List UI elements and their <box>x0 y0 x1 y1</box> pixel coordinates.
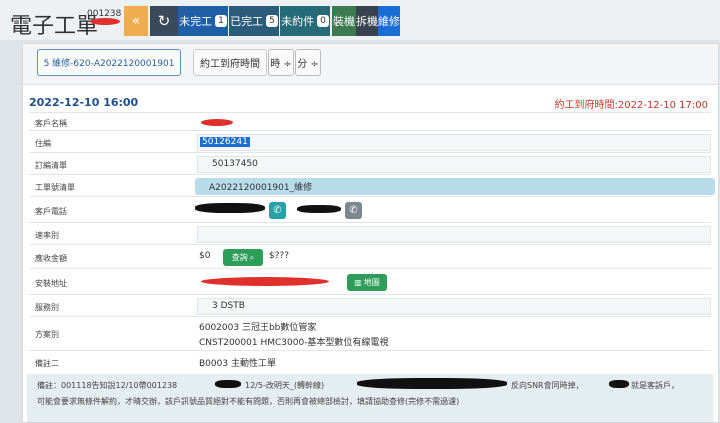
hour-select[interactable]: 時 ÷ <box>268 49 294 76</box>
refresh-icon: ↻ <box>157 12 171 30</box>
row-service: 服務別 3 DSTB <box>29 294 711 317</box>
row-address: 安裝地址 ▥ 地圖 <box>29 268 711 295</box>
order-list-value: 50137450 <box>212 159 258 169</box>
note-line-1-mid: 12/5-改明天_(轉幹線) <box>245 381 325 390</box>
phone-icon: ✆ <box>273 205 282 216</box>
remark2-value: B0003 主動性工單 <box>199 359 276 369</box>
plan-label: 方案別 <box>35 330 59 339</box>
done-count-badge: 5 <box>266 15 278 27</box>
redaction-mark <box>90 18 120 25</box>
back-button[interactable]: « <box>124 6 148 36</box>
note-line-2: 可能會要求無條件解約，才晴交辦，該戶訊號品質絕對不能有問題，否則再會被總部檢討，… <box>37 397 460 406</box>
undone-count-badge: 1 <box>215 15 227 27</box>
repair-button[interactable]: 維修 <box>378 6 400 36</box>
work-order-list-value: A2022120001901_維修 <box>209 183 313 193</box>
map-icon: ▥ <box>354 278 362 287</box>
phone-label: 客戶電話 <box>35 207 67 216</box>
remark2-label: 備註二 <box>35 359 59 368</box>
residence-label: 住編 <box>35 139 51 148</box>
search-icon: ⌕ <box>249 252 255 262</box>
service-field: 3 DSTB <box>197 298 711 315</box>
appointment-time: 約工到府時間:2022-12-10 17:00 <box>554 100 708 111</box>
note-line-1-start: 備註：001118告知說12/10帶001238 <box>37 381 178 390</box>
redaction-mark <box>201 277 329 286</box>
done-button[interactable]: 已完工 5 <box>229 6 279 36</box>
service-value: 3 DSTB <box>212 301 245 311</box>
residence-value: 50126241 <box>200 137 250 147</box>
query-button[interactable]: 查詢 ⌕ <box>223 249 263 266</box>
top-bar: 電子工單 001238 « ↻ 未完工 1 已完工 5 未約件 0 裝機 拆機 … <box>0 0 720 40</box>
map-button[interactable]: ▥ 地圖 <box>347 274 387 291</box>
receivable-value: $0 <box>199 251 211 261</box>
redaction-mark <box>215 380 241 388</box>
address-label: 安裝地址 <box>35 279 67 288</box>
redaction-mark <box>609 380 629 388</box>
remove-button[interactable]: 拆機 <box>356 6 378 36</box>
redaction-mark <box>195 203 265 213</box>
row-receivable: 應收金額 $0 查詢 ⌕ $??? <box>29 244 711 269</box>
row-remark2: 備註二 B0003 主動性工單 <box>29 350 711 373</box>
panel-toolbar: 5 維修-620-A2022120001901 約工到府時間 時 ÷ 分 ÷ <box>23 44 718 85</box>
work-order-list-label: 工單號清單 <box>35 183 75 192</box>
page-title: 電子工單 <box>10 14 99 39</box>
row-residence: 住編 50126241 <box>29 130 711 153</box>
work-order-list-field[interactable]: A2022120001901_維修 <box>195 178 715 195</box>
note-line-1-end: 反向SNR會同時掉， <box>511 381 584 390</box>
minute-select[interactable]: 分 ÷ <box>295 49 321 76</box>
speed-label: 速率別 <box>35 231 59 240</box>
unbooked-count-badge: 0 <box>317 15 329 27</box>
redaction-mark <box>297 205 341 213</box>
appointment-label: 約工到府時間 <box>193 49 267 76</box>
redaction-mark <box>201 119 233 126</box>
row-plan: 方案別 6002003 三冠王bb數位管家 CNST200001 HMC3000… <box>29 316 711 351</box>
note-line-1-tail: 就是客訴戶， <box>631 381 679 390</box>
undone-button[interactable]: 未完工 1 <box>178 6 228 36</box>
redaction-mark <box>357 378 507 389</box>
service-label: 服務別 <box>35 303 59 312</box>
receivable-label: 應收金額 <box>35 254 67 263</box>
row-customer-name: 客戶名稱 <box>29 112 711 131</box>
call-phone-button[interactable]: ✆ <box>269 202 286 219</box>
order-date: 2022-12-10 16:00 <box>29 96 139 109</box>
order-list-field: 50137450 <box>197 156 711 173</box>
row-work-order-list: 工單號清單 A2022120001901_維修 <box>29 174 715 197</box>
row-phone: 客戶電話 ✆ ✆ <box>29 196 711 223</box>
work-order-panel: 5 維修-620-A2022120001901 約工到府時間 時 ÷ 分 ÷ 2… <box>22 43 719 423</box>
customer-name-label: 客戶名稱 <box>35 119 67 128</box>
row-order-list: 訂編清單 50137450 <box>29 152 711 175</box>
order-list-label: 訂編清單 <box>35 161 67 170</box>
refresh-button[interactable]: ↻ <box>150 6 178 36</box>
phone-icon: ✆ <box>349 205 358 216</box>
unbooked-button[interactable]: 未約件 0 <box>280 6 330 36</box>
residence-field[interactable]: 50126241 <box>197 134 711 151</box>
query-result: $??? <box>269 251 290 261</box>
call-phone-2-button[interactable]: ✆ <box>345 202 362 219</box>
row-speed: 速率別 <box>29 222 711 245</box>
install-button[interactable]: 裝機 <box>332 6 356 36</box>
remark-note: 備註：001118告知說12/10帶001238 12/5-改明天_(轉幹線) … <box>27 374 713 422</box>
speed-field <box>197 226 711 243</box>
plan-line-2: CNST200001 HMC3000-基本型數位有線電視 <box>199 338 389 348</box>
work-order-button[interactable]: 5 維修-620-A2022120001901 <box>37 49 181 76</box>
plan-line-1: 6002003 三冠王bb數位管家 <box>199 323 317 333</box>
